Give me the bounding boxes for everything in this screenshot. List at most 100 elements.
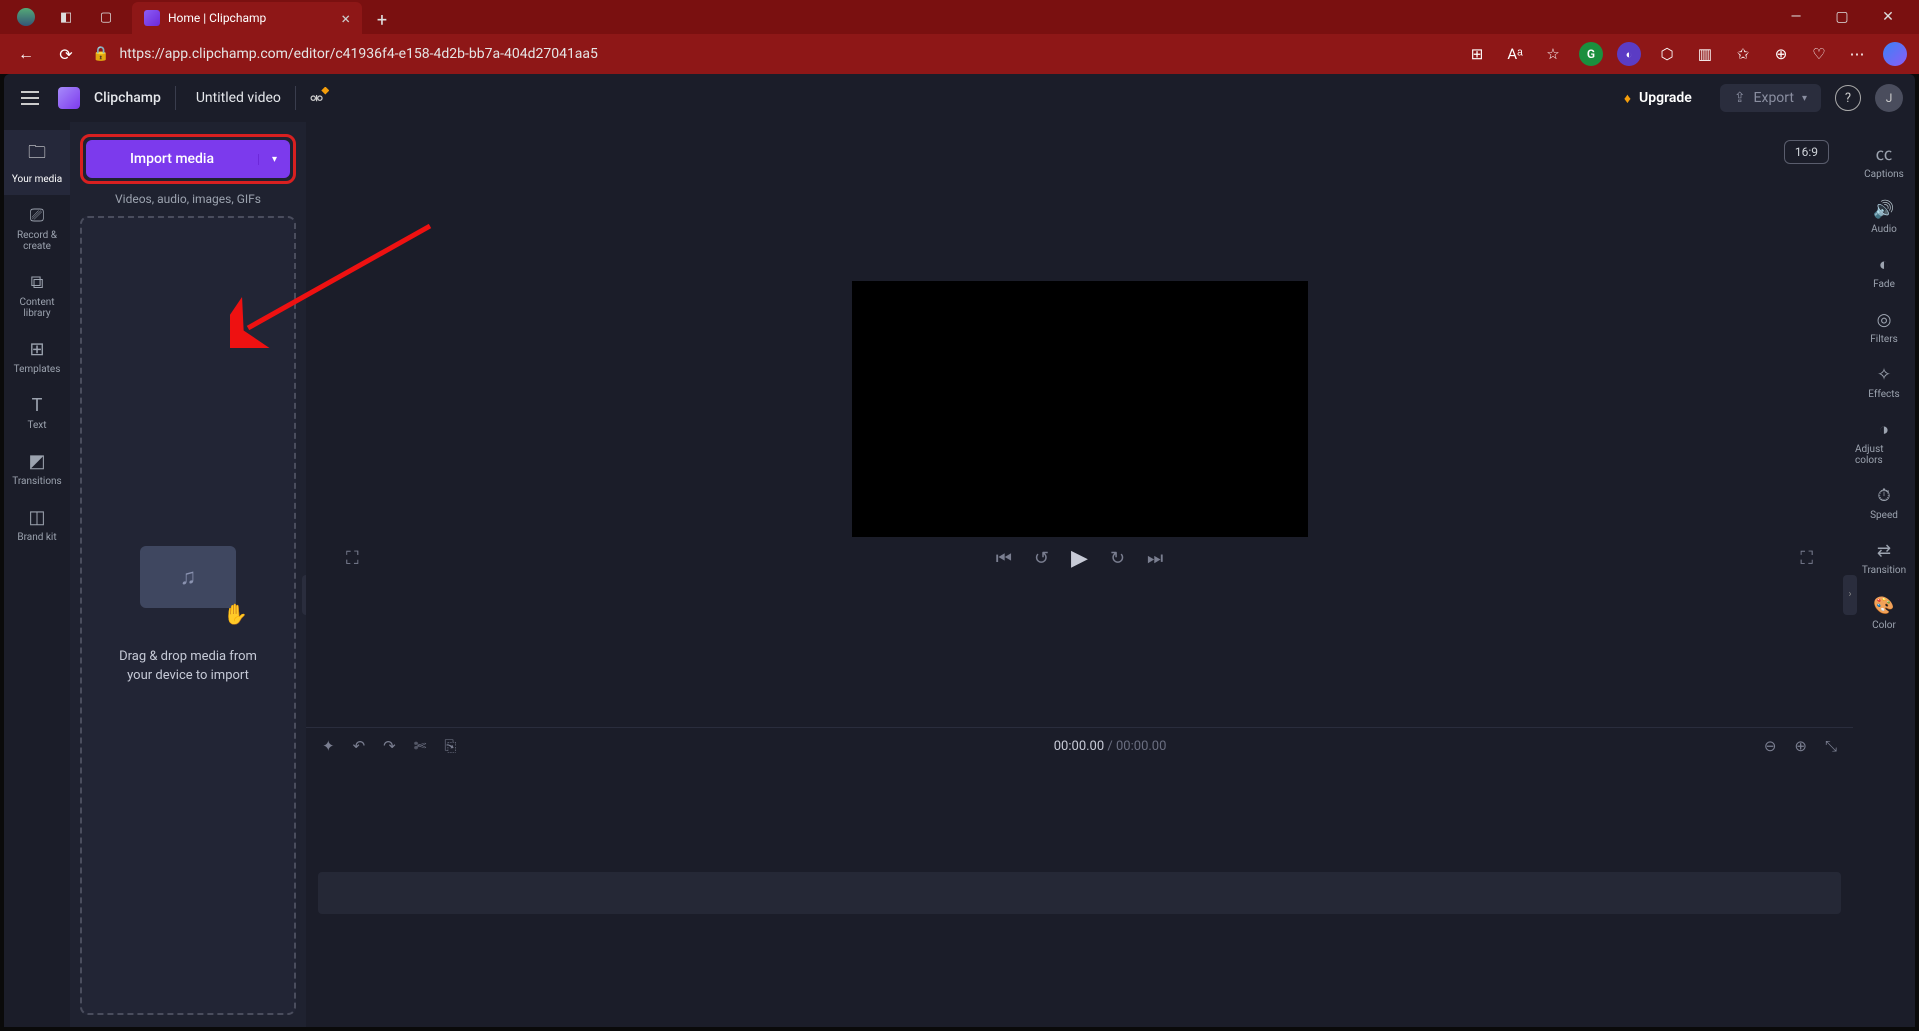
- tab-actions-icon[interactable]: ▢: [88, 3, 124, 31]
- project-title[interactable]: Untitled video: [196, 90, 281, 106]
- rr-color[interactable]: 🎨Color: [1853, 586, 1915, 641]
- grammarly-icon[interactable]: G: [1579, 42, 1603, 66]
- export-button[interactable]: ⇪ Export ▾: [1720, 84, 1821, 112]
- rail-your-media[interactable]: 🗀 Your media: [4, 130, 70, 195]
- cut-icon[interactable]: ✄: [414, 737, 427, 755]
- aspect-ratio-button[interactable]: 16:9: [1784, 140, 1829, 164]
- zoom-fit-icon[interactable]: ⤡: [1825, 737, 1837, 755]
- new-tab-button[interactable]: +: [368, 6, 396, 34]
- skip-start-icon[interactable]: ⏮: [996, 548, 1012, 569]
- rr-filters[interactable]: ◎Filters: [1853, 300, 1915, 355]
- rail-brand-kit[interactable]: ◫ Brand kit: [4, 497, 70, 553]
- copilot-icon[interactable]: [1883, 42, 1907, 66]
- detach-preview-icon[interactable]: ⛶: [346, 548, 359, 569]
- extension-purple-icon[interactable]: ◐: [1617, 42, 1641, 66]
- back-icon[interactable]: ←: [12, 40, 40, 68]
- window-controls: — ▢ ✕: [1773, 0, 1911, 34]
- zoom-out-icon[interactable]: ⊖: [1764, 737, 1777, 755]
- player-controls: ⛶ ⏮ ↺ ▶ ↻ ⏭ ⛶: [306, 537, 1853, 581]
- undo-icon[interactable]: ↶: [353, 737, 366, 755]
- titlebar-left: ◧ ▢: [8, 3, 124, 31]
- extensions-icon[interactable]: ⬡: [1655, 42, 1679, 66]
- media-dropzone[interactable]: ♫ ✋ Drag & drop media from your device t…: [80, 216, 296, 1015]
- text-size-icon[interactable]: Aᵃ: [1503, 42, 1527, 66]
- toolbar-icons: ⊞ Aᵃ ☆ G ◐ ⬡ ▥ ✩ ⊕ ♡ ⋯: [1465, 42, 1907, 66]
- play-icon[interactable]: ▶: [1071, 546, 1088, 571]
- unlink-icon[interactable]: ⚮: [310, 89, 323, 108]
- templates-icon: ⊞: [29, 339, 44, 360]
- import-subtext: Videos, audio, images, GIFs: [80, 192, 296, 206]
- rr-speed[interactable]: ⏱Speed: [1853, 476, 1915, 531]
- fullscreen-icon[interactable]: ⛶: [1800, 548, 1813, 569]
- media-panel: Import media ▾ Videos, audio, images, GI…: [70, 122, 306, 1027]
- fade-icon: ◐: [1879, 255, 1889, 275]
- refresh-icon[interactable]: ⟳: [52, 40, 80, 68]
- rail-record-create[interactable]: ⎚ Record & create: [4, 195, 70, 262]
- rewind-icon[interactable]: ↺: [1034, 548, 1049, 569]
- rail-text[interactable]: T Text: [4, 385, 70, 441]
- chevron-down-icon: ▾: [1802, 93, 1807, 104]
- import-dropdown-icon[interactable]: ▾: [258, 154, 290, 165]
- timeline-tracks[interactable]: [306, 764, 1853, 1027]
- rail-content-library[interactable]: ⧉ Content library: [4, 262, 70, 329]
- divider: [175, 86, 176, 110]
- right-panel-expand-button[interactable]: ›: [1843, 575, 1857, 615]
- upgrade-button[interactable]: ♦ Upgrade: [1610, 84, 1706, 113]
- diamond-icon: ♦: [1624, 90, 1631, 107]
- downloads-icon[interactable]: ♡: [1807, 42, 1831, 66]
- folder-icon: 🗀: [28, 140, 46, 170]
- redo-icon[interactable]: ↷: [383, 737, 396, 755]
- maximize-icon[interactable]: ▢: [1819, 0, 1865, 34]
- text-icon: T: [32, 395, 43, 416]
- skip-end-icon[interactable]: ⏭: [1147, 548, 1163, 569]
- workspaces-icon[interactable]: ◧: [48, 3, 84, 31]
- dropzone-text: Drag & drop media from your device to im…: [107, 648, 269, 684]
- dropzone-placeholder-icon: ♫ ✋: [140, 546, 236, 608]
- transition-icon: ⇄: [1877, 541, 1891, 561]
- app-install-icon[interactable]: ⊞: [1465, 42, 1489, 66]
- rail-label: Templates: [14, 364, 61, 375]
- divider: [295, 86, 296, 110]
- import-media-button[interactable]: Import media ▾: [86, 140, 290, 178]
- favorite-icon[interactable]: ☆: [1541, 42, 1565, 66]
- timeline-track[interactable]: [318, 872, 1841, 914]
- favorites-bar-icon[interactable]: ✩: [1731, 42, 1755, 66]
- collections-icon[interactable]: ⊕: [1769, 42, 1793, 66]
- center-area: 16:9 ⛶ ⏮ ↺ ▶ ↻ ⏭ ⛶ ✦ ↶ ↷ ✄ ⎘: [306, 122, 1853, 1027]
- video-preview[interactable]: [852, 281, 1308, 537]
- library-icon: ⧉: [31, 272, 44, 293]
- app-logo-icon: [58, 87, 80, 109]
- minimize-icon[interactable]: —: [1773, 0, 1819, 34]
- more-icon[interactable]: ⋯: [1845, 42, 1869, 66]
- rr-captions[interactable]: ㏄Captions: [1853, 130, 1915, 190]
- rr-adjust-colors[interactable]: ◑Adjust colors: [1853, 410, 1915, 476]
- zoom-in-icon[interactable]: ⊕: [1794, 737, 1807, 755]
- rail-label: Content library: [8, 297, 66, 319]
- help-icon[interactable]: ?: [1835, 85, 1861, 111]
- filters-icon: ◎: [1877, 310, 1892, 330]
- split-icon[interactable]: ⎘: [444, 737, 456, 755]
- rr-transition[interactable]: ⇄Transition: [1853, 531, 1915, 586]
- audio-icon: 🔊: [1873, 200, 1894, 220]
- menu-button[interactable]: [16, 84, 44, 112]
- rr-fade[interactable]: ◐Fade: [1853, 245, 1915, 300]
- url-text: https://app.clipchamp.com/editor/c41936f…: [119, 46, 597, 62]
- rr-audio[interactable]: 🔊Audio: [1853, 190, 1915, 245]
- rail-templates[interactable]: ⊞ Templates: [4, 329, 70, 385]
- ai-icon[interactable]: ✦: [322, 737, 335, 755]
- close-window-icon[interactable]: ✕: [1865, 0, 1911, 34]
- address-bar[interactable]: 🔒 https://app.clipchamp.com/editor/c4193…: [92, 46, 1453, 62]
- rail-label: Your media: [12, 174, 62, 185]
- tab-close-icon[interactable]: ×: [341, 9, 350, 28]
- avatar[interactable]: J: [1875, 84, 1903, 112]
- camera-icon: ⎚: [30, 205, 44, 226]
- forward-icon[interactable]: ↻: [1110, 548, 1125, 569]
- browser-toolbar: ← ⟳ 🔒 https://app.clipchamp.com/editor/c…: [0, 34, 1919, 74]
- rail-transitions[interactable]: ◩ Transitions: [4, 441, 70, 497]
- header-right: ♦ Upgrade ⇪ Export ▾ ? J: [1610, 84, 1903, 113]
- profile-icon[interactable]: [8, 3, 44, 31]
- rail-label: Transitions: [12, 476, 61, 487]
- browser-tab-active[interactable]: Home | Clipchamp ×: [132, 2, 362, 34]
- split-screen-icon[interactable]: ▥: [1693, 42, 1717, 66]
- rr-effects[interactable]: ✧Effects: [1853, 355, 1915, 410]
